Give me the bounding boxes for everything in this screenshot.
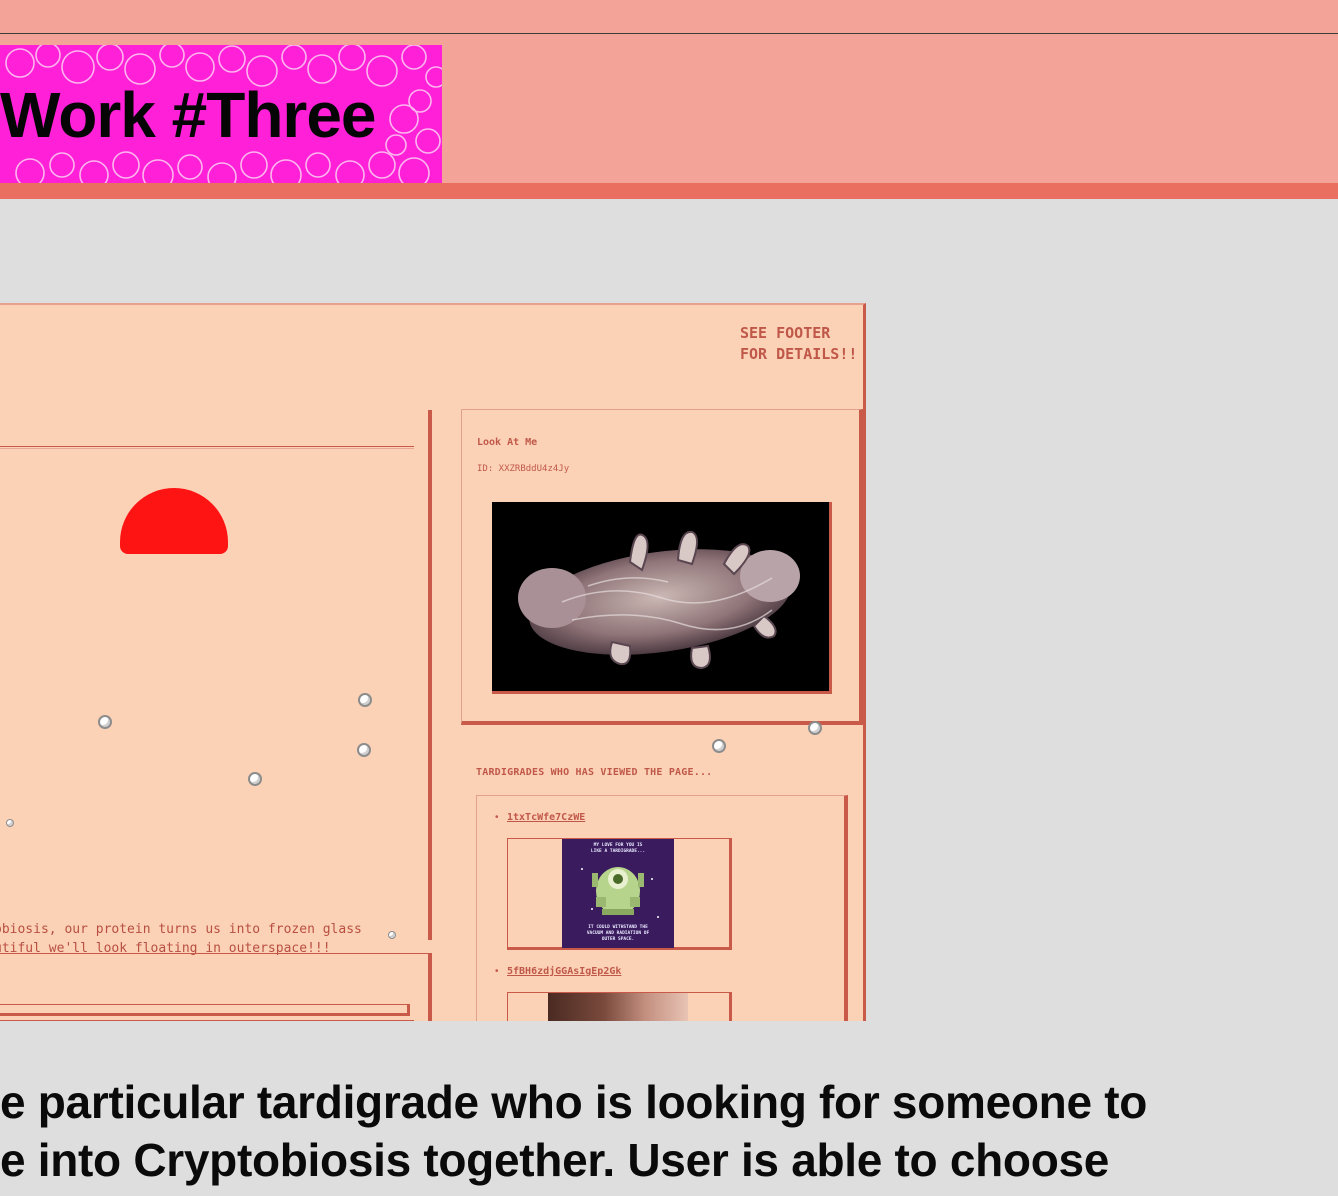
floating-bubble xyxy=(357,743,371,757)
tardigrade-image xyxy=(492,502,832,694)
description: e particular tardigrade who is looking f… xyxy=(0,1073,1147,1189)
lower-panel-line xyxy=(0,1020,414,1021)
gif-bottom-text: IT COULD WITHSTAND THE VACUUM AND RADIAT… xyxy=(586,925,650,942)
left-panel: obiosis, our protein turns us into froze… xyxy=(0,410,432,1016)
horizon-line xyxy=(0,446,414,449)
floating-bubble xyxy=(712,739,726,753)
viewer-photo xyxy=(548,993,688,1021)
love-tardigrade-gif: MY LOVE FOR YOU IS LIKE A TARDIGRADE... … xyxy=(562,839,674,948)
title-banner: Work #Three xyxy=(0,45,442,183)
embedded-screenshot: SEE FOOTER FOR DETAILS!! obiosis, our pr… xyxy=(0,303,866,1021)
description-line-1: e particular tardigrade who is looking f… xyxy=(0,1076,1148,1128)
see-footer-notice: SEE FOOTER FOR DETAILS!! xyxy=(740,324,858,363)
viewer-link-1[interactable]: 1txTcWfe7CzWE xyxy=(507,812,585,823)
viewers-heading: TARDIGRADES WHO HAS VIEWED THE PAGE... xyxy=(476,767,713,778)
viewer-gif-frame: MY LOVE FOR YOU IS LIKE A TARDIGRADE... … xyxy=(507,838,732,950)
card-id: ID: XXZRBddU4z4Jy xyxy=(477,464,570,474)
floating-bubble xyxy=(248,772,262,786)
card-title: Look At Me xyxy=(477,437,538,448)
floating-bubble xyxy=(6,819,14,827)
list-bullet: • xyxy=(495,812,499,823)
left-lower-panel xyxy=(0,953,432,1021)
header-accent-bar xyxy=(0,183,1338,199)
floating-bubble xyxy=(358,693,372,707)
look-at-me-card: Look At Me ID: XXZRBddU4z4Jy xyxy=(461,409,863,725)
header: Work #Three xyxy=(0,0,1338,199)
viewer-link-2[interactable]: 5fBH6zdjGGAsIgEp2Gk xyxy=(507,966,621,977)
header-divider xyxy=(0,33,1338,34)
page-title: Work #Three xyxy=(0,79,376,151)
floating-bubble xyxy=(808,721,822,735)
tardigrade-icon xyxy=(518,530,800,670)
description-line-2: e into Cryptobiosis together. User is ab… xyxy=(0,1134,1110,1186)
floating-bubble xyxy=(98,715,112,729)
viewers-list: • 1txTcWfe7CzWE MY LOVE FOR YOU IS LIKE … xyxy=(476,795,848,1021)
list-bullet: • xyxy=(495,966,499,977)
viewer-photo-frame xyxy=(507,992,732,1021)
red-sun-shape xyxy=(120,488,228,554)
floating-bubble xyxy=(388,931,396,939)
